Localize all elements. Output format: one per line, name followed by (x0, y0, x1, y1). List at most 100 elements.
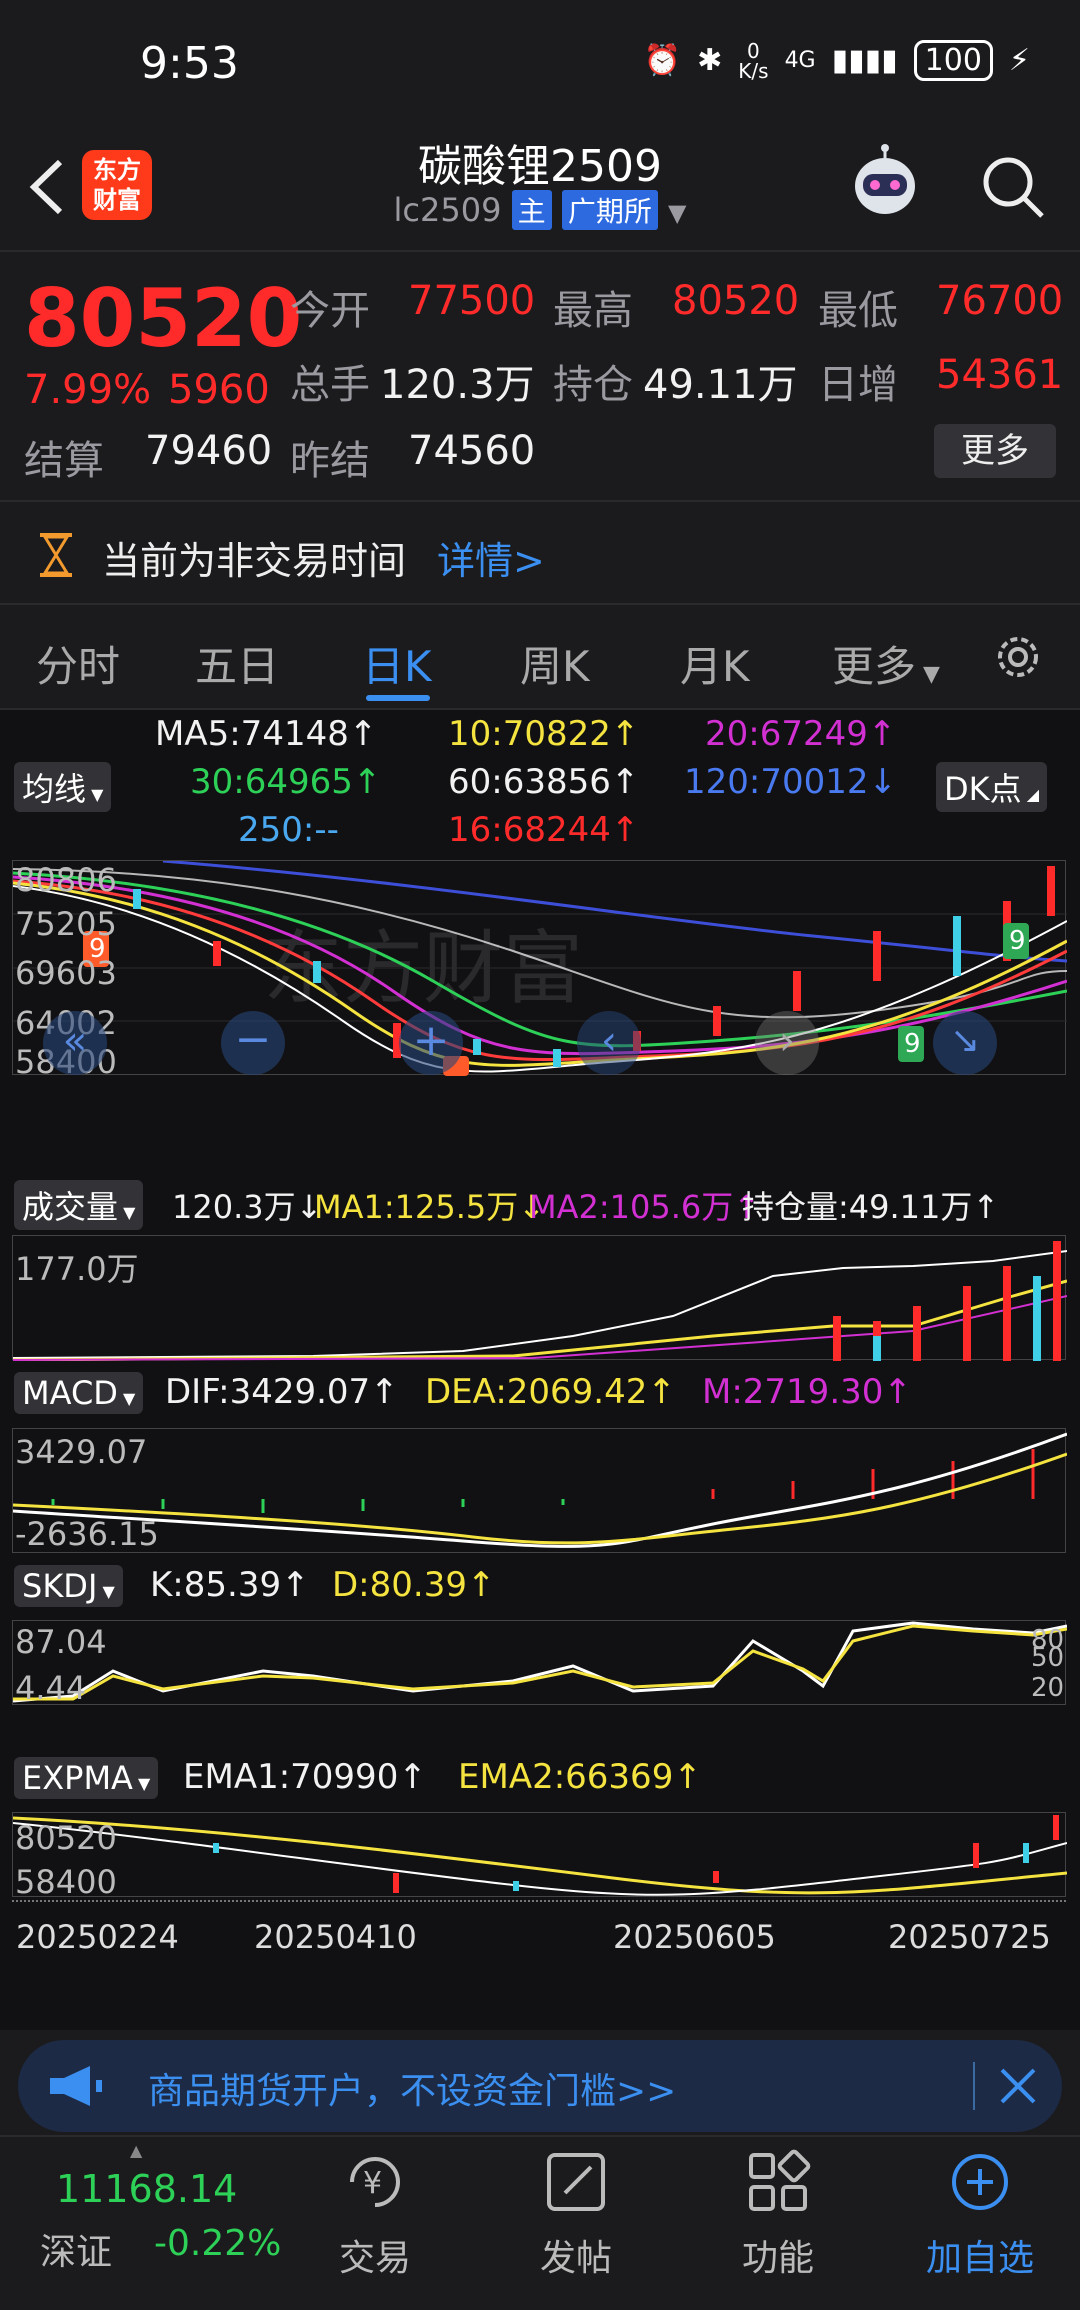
charging-icon: ⚡ (1008, 43, 1030, 78)
tab-daily-k[interactable]: 日K (362, 633, 432, 694)
skdj-axis-top: 87.04 (15, 1623, 107, 1661)
skdj-plot[interactable]: 87.04 4.44 80 50 20 (12, 1620, 1068, 1707)
svg-text:9: 9 (904, 1029, 921, 1059)
caret-down-icon: ▼ (132, 1774, 151, 1793)
tab-underline (366, 695, 430, 701)
price-axis-0: 80806 (15, 861, 117, 899)
settle-value: 79460 (145, 428, 273, 474)
date-axis-ticks (12, 1900, 1066, 1914)
search-icon[interactable] (978, 152, 1048, 222)
volume-value: 120.3万 (380, 362, 535, 408)
tab-more-label: 更多 (832, 642, 917, 691)
skdj-k: K:85.39↑ (150, 1565, 310, 1605)
bottom-nav: ▲ 11168.14 深证 -0.22% ¥ 交易 发帖 功能 加自选 (0, 2135, 1080, 2310)
trading-notice: 当前为非交易时间 详情> (0, 500, 1080, 605)
status-clock: 9:53 (140, 38, 239, 89)
fullscreen-button[interactable]: ↘ (933, 1011, 997, 1075)
ad-divider (973, 2062, 975, 2110)
daily-inc-label: 日增 (818, 362, 898, 408)
change-pct: 7.99% (24, 367, 152, 413)
tab-monthly-k[interactable]: 月K (680, 633, 750, 694)
volume-dropdown[interactable]: 成交量 ▼ (14, 1180, 144, 1230)
caret-down-icon: ▼ (86, 785, 104, 804)
skdj-dropdown[interactable]: SKDJ ▼ (14, 1565, 123, 1607)
volume-dropdown-label: 成交量 (22, 1188, 119, 1226)
nav-add-watchlist[interactable]: 加自选 (910, 2147, 1050, 2281)
date-label-1: 20250410 (254, 1918, 417, 1956)
trade-icon: ¥ (350, 2157, 400, 2207)
open-value: 77500 (408, 278, 536, 324)
date-label-0: 20250224 (16, 1918, 179, 1956)
expma-plot[interactable]: 80520 58400 (12, 1812, 1068, 1901)
corner-icon: ◢ (1021, 785, 1040, 804)
scroll-left-button[interactable]: ‹ (577, 1011, 641, 1075)
nav-post[interactable]: 发帖 (506, 2147, 646, 2281)
expma-dropdown[interactable]: EXPMA ▼ (14, 1757, 159, 1799)
megaphone-icon (50, 2066, 102, 2106)
ma10-label: 10:70822↑ (448, 714, 640, 754)
close-icon[interactable] (990, 2058, 1046, 2114)
expma-axis-top: 80520 (15, 1819, 117, 1857)
daily-inc-value: 54361 (936, 352, 1064, 398)
nav-trade[interactable]: ¥ 交易 (305, 2147, 445, 2281)
price-axis-1: 75205 (15, 905, 117, 943)
add-circle-icon (952, 2154, 1008, 2210)
hourglass-icon (40, 533, 72, 577)
candlestick-plot[interactable]: 东方财富 9 9 9 80806 75205 69603 « − + ‹ › ↘ (12, 859, 1068, 1081)
ma-dropdown[interactable]: 均线 ▼ (14, 762, 112, 812)
caret-down-icon: ▼ (117, 1389, 136, 1408)
price-axis-2: 69603 (15, 954, 117, 992)
scroll-left-fast-button[interactable]: « (43, 1011, 107, 1075)
skdj-svg (12, 1621, 1068, 1703)
gear-icon[interactable] (990, 629, 1046, 685)
app-logo: 东方 财富 (82, 150, 152, 220)
expma-dropdown-label: EXPMA (22, 1759, 133, 1797)
macd-plot[interactable]: 3429.07 -2636.15 (12, 1428, 1068, 1553)
oi-value: 49.11万 (643, 362, 798, 408)
alarm-icon: ⏰ (643, 43, 682, 78)
index-value[interactable]: 11168.14 (56, 2167, 237, 2211)
tab-intraday[interactable]: 分时 (36, 633, 120, 694)
bluetooth-icon: ✱ (697, 43, 723, 78)
volume-plot[interactable]: 177.0万 (12, 1235, 1068, 1362)
dk-point-label: DK点 (944, 770, 1022, 808)
ma16-label: 16:68244↑ (448, 810, 640, 850)
ma60-label: 60:63856↑ (448, 762, 640, 802)
robot-assistant-icon[interactable] (845, 144, 925, 229)
network-label: 4G (784, 48, 816, 73)
back-icon[interactable] (22, 152, 72, 222)
macd-svg (12, 1432, 1068, 1548)
status-bar: 9:53 ⏰ ✱ 0 K/s 4G ▮▮▮▮ 100 ⚡ (0, 0, 1080, 130)
tab-five-day[interactable]: 五日 (195, 633, 279, 694)
candlestick-svg: 东方财富 9 9 9 (12, 859, 1068, 1076)
more-quote-button[interactable]: 更多 (934, 424, 1056, 478)
volume-axis-max: 177.0万 (15, 1250, 139, 1288)
dk-point-button[interactable]: DK点 ◢ (936, 762, 1048, 812)
ad-text: 商品期货开户，不设资金门槛>> (148, 2071, 677, 2112)
svg-text:¥: ¥ (363, 2166, 382, 2201)
macd-dropdown[interactable]: MACD ▼ (14, 1372, 144, 1414)
nav-functions[interactable]: 功能 (708, 2147, 848, 2281)
oi-label: 持仓 (553, 362, 633, 408)
low-value: 76700 (936, 278, 1064, 324)
zoom-in-button[interactable]: + (399, 1011, 463, 1075)
tab-weekly-k[interactable]: 周K (520, 633, 590, 694)
nav-post-label: 发帖 (539, 2238, 612, 2279)
ma-dropdown-label: 均线 (22, 770, 87, 808)
macd-axis-top: 3429.07 (15, 1433, 148, 1471)
macd-m: M:2719.30↑ (702, 1372, 912, 1412)
main-tag: 主 (511, 190, 552, 230)
ma30-label: 30:64965↑ (190, 762, 382, 802)
chevron-down-icon: ▼ (668, 199, 687, 227)
scroll-right-button[interactable]: › (755, 1011, 819, 1075)
caret-down-icon: ▼ (916, 662, 940, 687)
ad-banner[interactable]: 商品期货开户，不设资金门槛>> (18, 2040, 1062, 2132)
contract-subtitle[interactable]: lc2509 主 广期所 ▼ (300, 190, 780, 230)
change-value: 5960 (168, 367, 270, 413)
expma-axis-bottom: 58400 (15, 1863, 117, 1901)
quote-panel: 80520 7.99% 5960 结算 79460 今开 77500 最高 80… (0, 250, 1080, 500)
notice-details-link[interactable]: 详情> (437, 530, 545, 585)
macd-positive-bars (711, 1449, 1035, 1499)
tab-more[interactable]: 更多 ▼ (832, 633, 940, 694)
zoom-out-button[interactable]: − (221, 1011, 285, 1075)
